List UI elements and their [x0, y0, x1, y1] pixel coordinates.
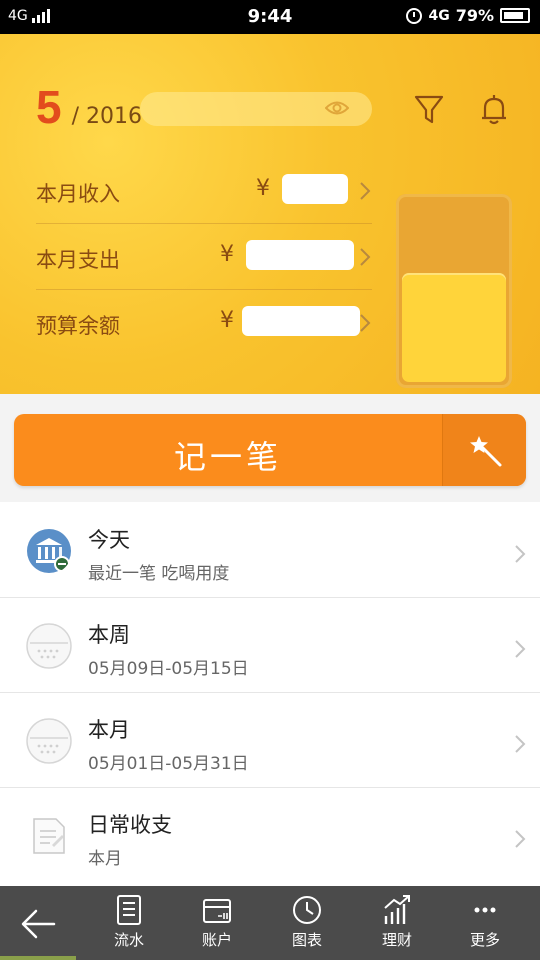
budget-gauge-fill: [402, 273, 506, 382]
ledger-icon: [117, 895, 141, 925]
back-arrow-icon[interactable]: [18, 904, 58, 944]
income-row[interactable]: 本月收入 ¥: [36, 158, 372, 224]
nav-label: 更多: [469, 931, 500, 949]
budget-row[interactable]: 预算余额 ¥: [36, 290, 372, 356]
document-icon: [33, 818, 65, 854]
chevron-right-icon: [360, 314, 371, 332]
bank-icon: [27, 529, 71, 573]
calendar-icon: [26, 718, 72, 764]
list-item-title: 日常收支: [88, 813, 172, 837]
list-item-subtitle: 本月: [88, 849, 122, 869]
list-item-subtitle: 05月01日-05月31日: [88, 754, 249, 774]
budget-currency: ¥: [220, 308, 234, 333]
record-button[interactable]: 记一笔: [14, 414, 526, 486]
list-item-month[interactable]: 本月 05月01日-05月31日: [0, 694, 540, 788]
income-currency: ¥: [256, 176, 270, 201]
nav-label: 图表: [291, 931, 322, 949]
bottom-nav: 流水 账户 图表 理财 更多: [0, 886, 540, 960]
nav-label: 账户: [201, 931, 232, 949]
quick-record-button[interactable]: [443, 414, 526, 486]
nav-item-more[interactable]: 更多: [450, 894, 520, 956]
list-item-week[interactable]: 本周 05月09日-05月15日: [0, 599, 540, 693]
nav-label: 流水: [113, 931, 144, 949]
bell-icon[interactable]: [478, 92, 510, 126]
month-selector[interactable]: 5 / 2016: [36, 80, 142, 134]
month-number: 5: [36, 81, 62, 133]
network-type-right: 4G: [428, 7, 450, 24]
more-icon: [474, 907, 496, 913]
list-item-subtitle: 最近一笔 吃喝用度: [88, 564, 230, 584]
budget-label: 预算余额: [36, 314, 120, 338]
clock-chart-icon: [293, 896, 321, 924]
expense-row[interactable]: 本月支出 ¥: [36, 224, 372, 290]
battery-icon: [500, 8, 530, 23]
status-bar: 4G 9:44 4G 79%: [0, 0, 540, 34]
chevron-right-icon: [515, 640, 526, 658]
chevron-right-icon: [360, 248, 371, 266]
income-label: 本月收入: [36, 182, 120, 206]
expense-currency: ¥: [220, 242, 234, 267]
list-item-daily[interactable]: 日常收支 本月: [0, 789, 540, 883]
chevron-right-icon: [515, 735, 526, 753]
nav-label: 理财: [381, 931, 412, 949]
nav-item-account[interactable]: 账户: [182, 894, 252, 956]
budget-amount-hidden: [242, 306, 360, 336]
wallet-icon: [203, 899, 231, 923]
trend-icon: [384, 895, 410, 924]
nav-item-ledger[interactable]: 流水: [94, 894, 164, 956]
list-item-title: 今天: [88, 528, 130, 552]
status-right: 4G 79%: [406, 6, 530, 25]
year-label: / 2016: [71, 104, 142, 129]
record-button-label: 记一笔: [173, 438, 282, 476]
expense-amount-hidden: [246, 240, 354, 270]
filter-icon[interactable]: [414, 94, 444, 126]
chevron-right-icon: [515, 545, 526, 563]
eye-icon[interactable]: [325, 99, 349, 117]
alarm-icon: [406, 7, 423, 24]
income-amount-hidden: [282, 174, 348, 204]
expense-label: 本月支出: [36, 248, 120, 272]
list-item-title: 本月: [88, 718, 130, 742]
budget-gauge[interactable]: [396, 194, 512, 388]
summary-header: 5 / 2016 本月收入 ¥ 本月支出 ¥ 预算余额 ¥: [0, 34, 540, 394]
nav-item-finance[interactable]: 理财: [362, 894, 432, 956]
nav-active-indicator: [0, 956, 76, 960]
battery-percent: 79%: [455, 6, 494, 25]
magic-wand-icon: [470, 436, 502, 467]
nav-item-chart[interactable]: 图表: [272, 894, 342, 956]
list-item-title: 本周: [88, 623, 130, 647]
chevron-right-icon: [515, 830, 526, 848]
chevron-right-icon: [360, 182, 371, 200]
list-item-today[interactable]: 今天 最近一笔 吃喝用度: [0, 504, 540, 598]
calendar-icon: [26, 623, 72, 669]
list-item-subtitle: 05月09日-05月15日: [88, 659, 249, 679]
